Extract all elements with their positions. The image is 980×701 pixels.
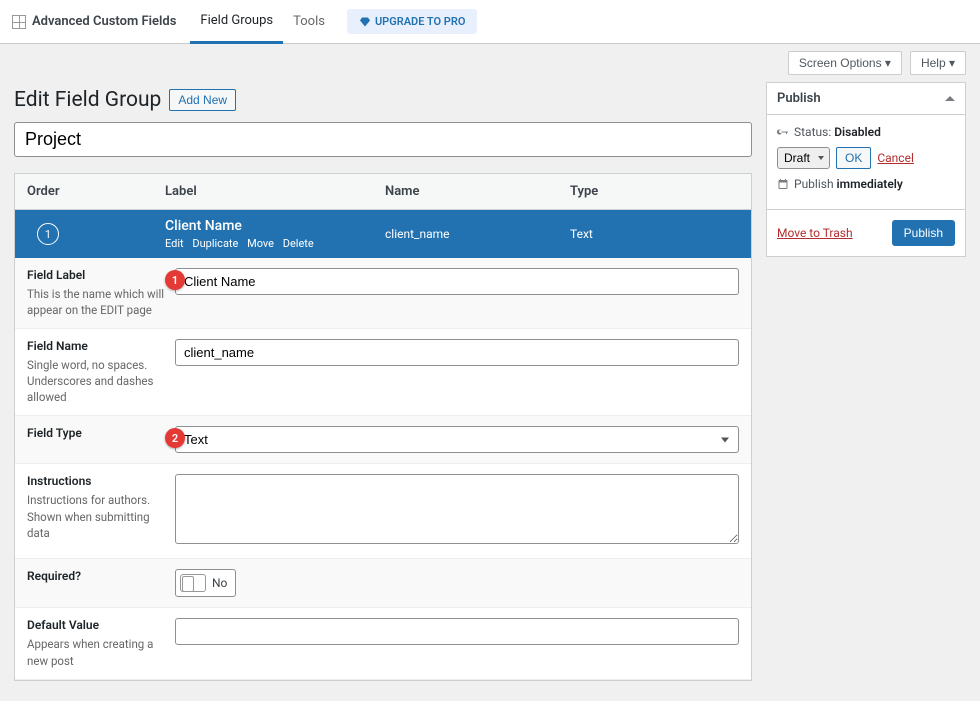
status-label: Status: [794, 125, 831, 139]
status-cancel-link[interactable]: Cancel [877, 151, 914, 165]
annotation-marker-1: 1 [165, 270, 185, 290]
key-icon [777, 126, 789, 138]
field-label-input[interactable] [175, 268, 739, 295]
action-edit[interactable]: Edit [165, 237, 184, 250]
field-row-label: Client Name [165, 218, 385, 234]
main-column: Edit Field Group Add New Order Label Nam… [14, 82, 752, 681]
top-right-bar: Screen Options ▾ Help ▾ [0, 44, 980, 82]
brand-label: Advanced Custom Fields [32, 14, 176, 29]
page-title: Edit Field Group [14, 88, 161, 112]
setting-instructions-desc: Instructions for authors. Shown when sub… [27, 493, 150, 539]
status-value: Disabled [834, 125, 881, 139]
acf-logo-icon [12, 15, 26, 29]
setting-instructions-label: Instructions [27, 474, 165, 488]
setting-field-label-desc: This is the name which will appear on th… [27, 287, 164, 317]
default-value-input[interactable] [175, 618, 739, 645]
required-toggle-label: No [210, 572, 235, 594]
field-row-actions: Edit Duplicate Move Delete [165, 237, 385, 250]
action-duplicate[interactable]: Duplicate [192, 237, 238, 250]
add-new-button[interactable]: Add New [169, 89, 236, 111]
fields-table-header: Order Label Name Type [15, 174, 751, 210]
instructions-textarea[interactable] [175, 474, 739, 544]
field-row-type: Text [570, 227, 751, 241]
nav-tools[interactable]: Tools [283, 0, 335, 44]
screen-options-button[interactable]: Screen Options ▾ [788, 51, 902, 75]
move-to-trash-link[interactable]: Move to Trash [777, 226, 853, 240]
col-label-header: Label [165, 184, 385, 199]
fields-table: Order Label Name Type 1 Client Name Edit… [14, 173, 752, 681]
setting-default-value-desc: Appears when creating a new post [27, 637, 153, 667]
diamond-icon [359, 16, 371, 28]
col-order-header: Order [15, 184, 165, 199]
field-settings: Field Label This is the name which will … [15, 258, 751, 680]
setting-field-type-label: Field Type [27, 426, 165, 440]
upgrade-label: UPGRADE TO PRO [375, 15, 466, 28]
setting-field-label-label: Field Label [27, 268, 165, 282]
order-badge: 1 [37, 223, 59, 245]
field-type-select[interactable]: Text [175, 426, 739, 453]
calendar-icon [777, 178, 789, 190]
field-name-input[interactable] [175, 339, 739, 366]
toggle-switch-icon [180, 574, 206, 592]
publish-button[interactable]: Publish [892, 220, 955, 246]
col-type-header: Type [570, 184, 751, 199]
nav-field-groups[interactable]: Field Groups [190, 0, 283, 44]
publish-on-label: Publish [794, 177, 834, 191]
status-ok-button[interactable]: OK [836, 147, 871, 169]
field-row[interactable]: 1 Client Name Edit Duplicate Move Delete… [15, 210, 751, 258]
sidebar: Publish Status: Disabled Draft OK Ca [766, 82, 966, 273]
status-select[interactable]: Draft [777, 147, 830, 169]
publish-box-title: Publish [777, 91, 821, 106]
setting-required-label: Required? [27, 569, 165, 583]
collapse-icon[interactable] [945, 96, 955, 101]
field-row-name: client_name [385, 227, 570, 241]
publish-postbox: Publish Status: Disabled Draft OK Ca [766, 82, 966, 257]
group-title-input[interactable] [14, 122, 752, 157]
setting-field-name-label: Field Name [27, 339, 165, 353]
upgrade-button[interactable]: UPGRADE TO PRO [347, 9, 478, 34]
topbar: Advanced Custom Fields Field Groups Tool… [0, 0, 980, 44]
setting-field-name-desc: Single word, no spaces. Underscores and … [27, 358, 153, 404]
publish-immediately: immediately [837, 177, 903, 191]
help-button[interactable]: Help ▾ [910, 51, 966, 75]
action-delete[interactable]: Delete [283, 237, 314, 250]
setting-default-value-label: Default Value [27, 618, 165, 632]
required-toggle[interactable]: No [175, 569, 236, 597]
col-name-header: Name [385, 184, 570, 199]
action-move[interactable]: Move [247, 237, 274, 250]
